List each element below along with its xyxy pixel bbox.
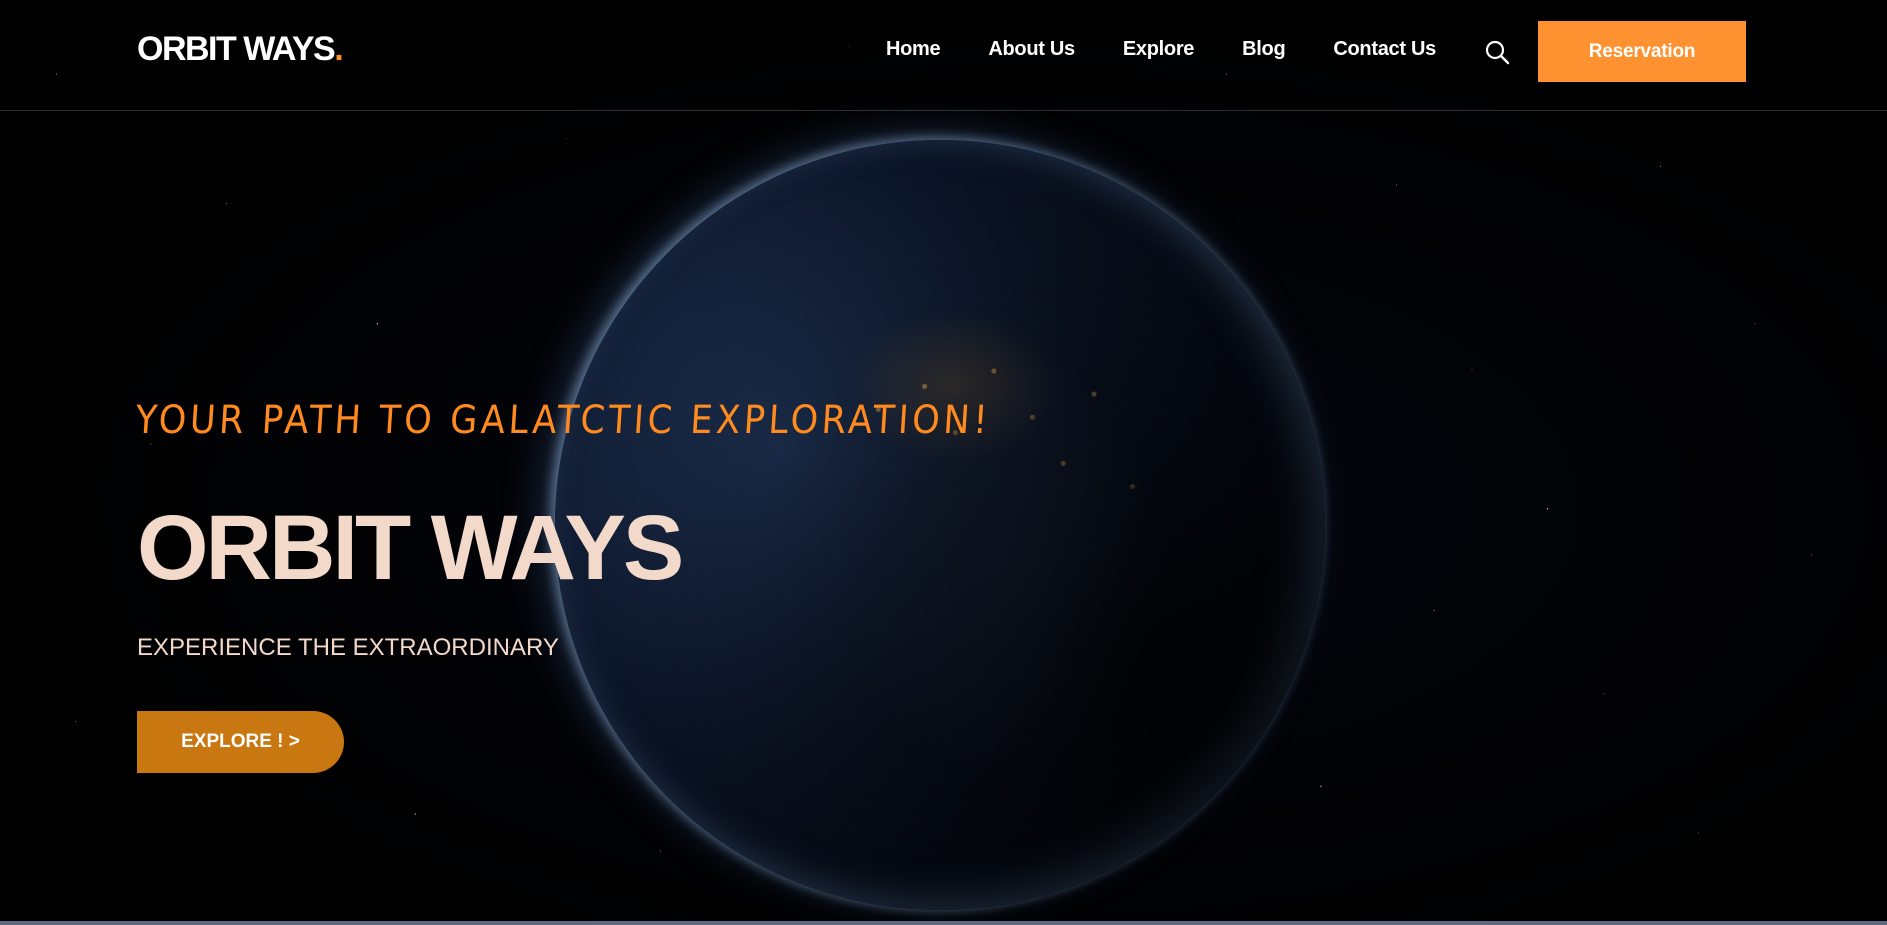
logo-text: ORBIT WAYS <box>137 30 336 68</box>
nav-item-home[interactable]: Home <box>886 38 941 61</box>
reservation-button[interactable]: Reservation <box>1538 21 1746 82</box>
search-icon[interactable] <box>1484 39 1510 65</box>
nav-item-blog[interactable]: Blog <box>1242 38 1286 61</box>
hero-title: ORBIT WAYS <box>137 497 684 599</box>
nav-item-contact-us[interactable]: Contact Us <box>1333 38 1436 61</box>
logo-dot: . <box>334 30 343 68</box>
site-header: ORBIT WAYS. Home About Us Explore Blog C… <box>0 0 1887 111</box>
hero-tagline: YOUR PATH TO GALATCTIC EXPLORATION! <box>134 398 993 443</box>
nav-item-about-us[interactable]: About Us <box>988 38 1075 61</box>
logo[interactable]: ORBIT WAYS. <box>137 30 344 69</box>
explore-button[interactable]: EXPLORE ! > <box>137 711 344 773</box>
bottom-divider <box>0 921 1887 925</box>
main-nav: Home About Us Explore Blog Contact Us <box>886 38 1436 61</box>
nav-item-explore[interactable]: Explore <box>1123 38 1195 61</box>
search-icon-svg <box>1485 40 1510 65</box>
hero-subtitle: EXPERIENCE THE EXTRAORDINARY <box>137 634 559 661</box>
page: ORBIT WAYS. Home About Us Explore Blog C… <box>0 0 1887 925</box>
